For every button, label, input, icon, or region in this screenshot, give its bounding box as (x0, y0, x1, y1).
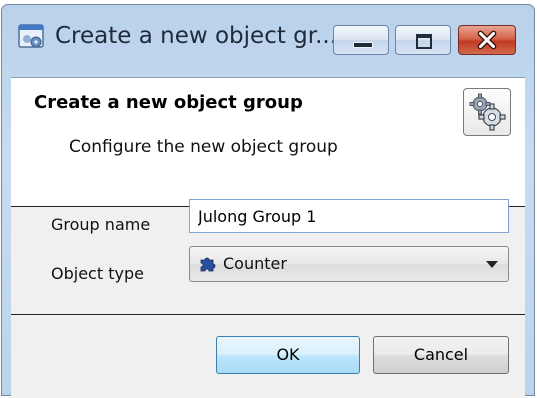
header-title: Create a new object group (34, 92, 303, 113)
maximize-button[interactable] (395, 25, 451, 55)
header-subtitle: Configure the new object group (69, 137, 338, 157)
title-bar[interactable]: Create a new object gr... (2, 5, 534, 75)
group-name-input[interactable] (189, 199, 509, 233)
dialog-body: Create a new object group Configure the … (11, 77, 525, 398)
window-title: Create a new object gr... (55, 23, 338, 49)
ok-button[interactable]: OK (216, 336, 360, 374)
dialog-header: Create a new object group Configure the … (11, 78, 525, 207)
minimize-button[interactable] (333, 25, 389, 55)
object-type-dropdown[interactable]: Counter (189, 246, 509, 282)
chevron-down-icon (486, 261, 498, 268)
minimize-icon (353, 42, 373, 48)
dialog-window-icon (18, 24, 44, 48)
header-icon-frame (463, 88, 511, 136)
footer-divider (11, 314, 525, 315)
cancel-button[interactable]: Cancel (373, 336, 509, 374)
object-type-value: Counter (223, 254, 287, 273)
object-type-label: Object type (51, 264, 144, 283)
group-name-label: Group name (51, 215, 151, 234)
close-button[interactable] (458, 25, 516, 55)
maximize-icon (416, 34, 432, 49)
counter-puzzle-icon (200, 257, 216, 272)
dialog-window: Create a new object gr... Create a new o… (1, 4, 535, 398)
close-icon (477, 30, 497, 50)
gears-icon (469, 93, 506, 131)
